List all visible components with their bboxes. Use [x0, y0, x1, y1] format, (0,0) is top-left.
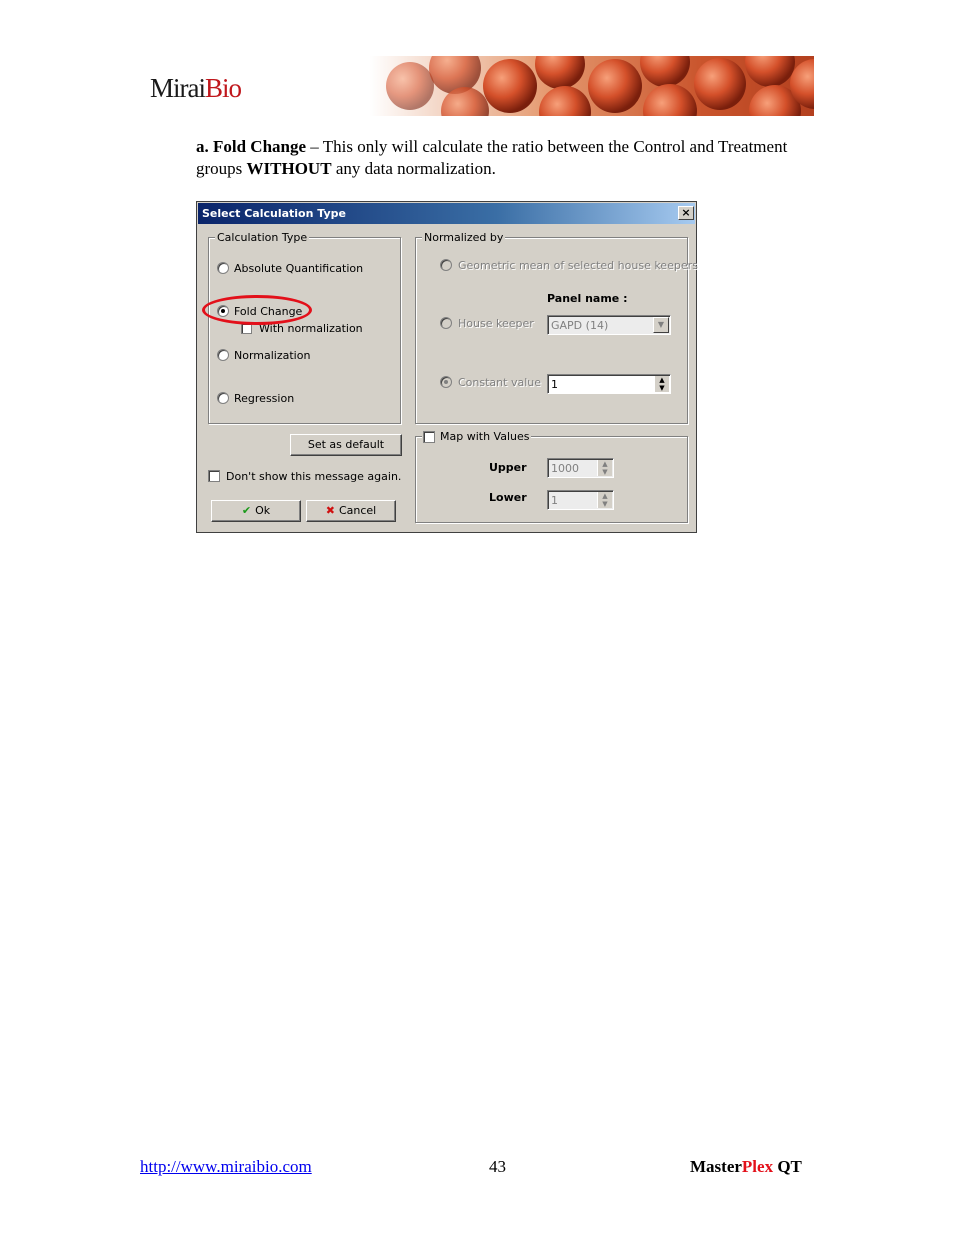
dont-show-checkbox[interactable]	[208, 470, 220, 482]
dialog-title-bar: Select Calculation Type ×	[198, 203, 695, 224]
upper-input[interactable]: 1000 ▲ ▼	[547, 458, 614, 478]
product-name-1: Master	[690, 1157, 742, 1176]
chevron-down-icon[interactable]: ▼	[653, 317, 669, 333]
upper-value: 1000	[551, 462, 579, 475]
map-with-values-group: Map with Values Upper 1000 ▲ ▼ Lower 1 ▲ ▼	[415, 430, 688, 523]
miraibio-logo: MiraiBio	[150, 73, 242, 104]
normalization-label: Normalization	[234, 349, 311, 362]
ok-label: Ok	[255, 504, 271, 517]
geometric-mean-label: Geometric mean of selected house keepers	[458, 259, 698, 272]
normalized-by-legend: Normalized by	[422, 231, 506, 244]
product-name: MasterPlex QT	[690, 1157, 802, 1177]
panel-name-label: Panel name :	[547, 292, 628, 305]
constant-value: 1	[551, 378, 558, 391]
radio-absolute-quantification[interactable]	[217, 262, 229, 274]
check-icon: ✔	[241, 504, 252, 517]
lower-input[interactable]: 1 ▲ ▼	[547, 490, 614, 510]
select-calculation-type-dialog: Select Calculation Type × Calculation Ty…	[196, 201, 698, 533]
cancel-button[interactable]: ✖ Cancel	[306, 500, 396, 522]
radio-house-keeper[interactable]	[440, 317, 452, 329]
radio-geometric-mean[interactable]	[440, 259, 452, 271]
dont-show-label: Don't show this message again.	[226, 470, 402, 483]
calculation-type-group: Calculation Type Absolute Quantification…	[208, 231, 401, 424]
product-name-2: Plex	[741, 1157, 774, 1176]
spin-arrows-icon[interactable]: ▲ ▼	[654, 376, 669, 392]
product-name-3: QT	[773, 1157, 802, 1176]
radio-regression[interactable]	[217, 392, 229, 404]
regression-label: Regression	[234, 392, 295, 405]
footer-website-link[interactable]: http://www.miraibio.com	[140, 1157, 312, 1177]
map-with-values-checkbox[interactable]	[423, 431, 435, 443]
cancel-label: Cancel	[338, 504, 377, 517]
beads-graphic	[386, 56, 814, 116]
calculation-type-legend: Calculation Type	[215, 231, 310, 244]
lower-value: 1	[551, 494, 558, 507]
ok-button[interactable]: ✔ Ok	[211, 500, 301, 522]
fold-change-highlight-ellipse	[202, 295, 312, 325]
intro-text-2: any data normalization.	[331, 159, 496, 178]
logo-accent: Bio	[205, 73, 242, 103]
normalized-by-group: Normalized by Geometric mean of selected…	[415, 231, 698, 424]
lower-label: Lower	[489, 491, 527, 504]
logo-main: Mirai	[150, 73, 206, 103]
constant-value-label: Constant value	[458, 376, 541, 389]
lower-spin-icon[interactable]: ▲ ▼	[597, 492, 612, 508]
x-icon: ✖	[325, 504, 335, 517]
upper-spin-icon[interactable]: ▲ ▼	[597, 460, 612, 476]
close-icon: ×	[681, 206, 691, 219]
intro-paragraph: a. Fold Change – This only will calculat…	[196, 136, 796, 180]
set-as-default-button[interactable]: Set as default	[290, 434, 402, 456]
house-keeper-value: GAPD (14)	[551, 319, 609, 332]
fold-change-heading: a. Fold Change	[196, 137, 307, 156]
radio-normalization[interactable]	[217, 349, 229, 361]
house-keeper-select[interactable]: GAPD (14) ▼	[547, 315, 671, 335]
page-number: 43	[489, 1157, 506, 1176]
upper-label: Upper	[489, 461, 527, 474]
constant-value-input[interactable]: 1 ▲ ▼	[547, 374, 671, 394]
house-keeper-label: House keeper	[458, 317, 534, 330]
radio-constant-value[interactable]	[440, 376, 452, 388]
intro-emphasis: WITHOUT	[246, 159, 332, 178]
absolute-quantification-label: Absolute Quantification	[234, 262, 364, 275]
map-with-values-legend: Map with Values	[422, 430, 532, 443]
dialog-title: Select Calculation Type	[202, 207, 346, 220]
close-button[interactable]: ×	[678, 206, 694, 220]
header-banner-image	[370, 56, 814, 116]
